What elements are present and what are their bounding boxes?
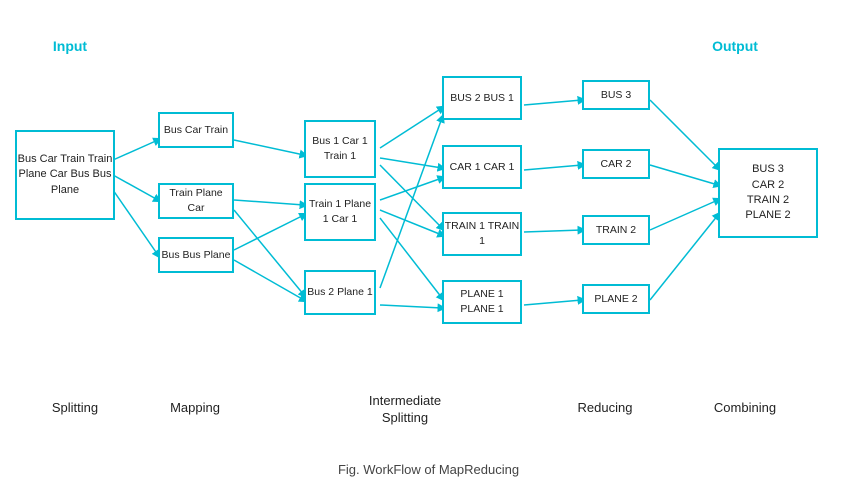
input-box: Bus Car Train Train Plane Car Bus Bus Pl… <box>15 130 115 220</box>
inter-box-4: PLANE 1 PLANE 1 <box>442 280 522 324</box>
output-label: Output <box>695 38 775 54</box>
mapping-label: Mapping <box>155 400 235 415</box>
reduce-box-3: TRAIN 2 <box>582 215 650 245</box>
map-box-1: Bus Car Train <box>158 112 234 148</box>
input-label: Input <box>30 38 110 54</box>
combining-label: Combining <box>695 400 795 415</box>
reducing-label: Reducing <box>560 400 650 415</box>
split-box-2: Train 1 Plane 1 Car 1 <box>304 183 376 241</box>
reduce-box-4: PLANE 2 <box>582 284 650 314</box>
intermediate-label: Intermediate Splitting <box>355 393 455 427</box>
splitting-label: Splitting <box>30 400 120 415</box>
split-box-1: Bus 1 Car 1 Train 1 <box>304 120 376 178</box>
map-box-3: Bus Bus Plane <box>158 237 234 273</box>
diagram: Input Output Bus Car Train Train Plane C… <box>0 0 857 460</box>
output-box: BUS 3 CAR 2 TRAIN 2 PLANE 2 <box>718 148 818 238</box>
inter-box-1: BUS 2 BUS 1 <box>442 76 522 120</box>
map-box-2: Train Plane Car <box>158 183 234 219</box>
reduce-box-1: BUS 3 <box>582 80 650 110</box>
fig-caption: Fig. WorkFlow of MapReducing <box>0 462 857 477</box>
inter-box-3: TRAIN 1 TRAIN 1 <box>442 212 522 256</box>
split-box-3: Bus 2 Plane 1 <box>304 270 376 315</box>
inter-box-2: CAR 1 CAR 1 <box>442 145 522 189</box>
reduce-box-2: CAR 2 <box>582 149 650 179</box>
